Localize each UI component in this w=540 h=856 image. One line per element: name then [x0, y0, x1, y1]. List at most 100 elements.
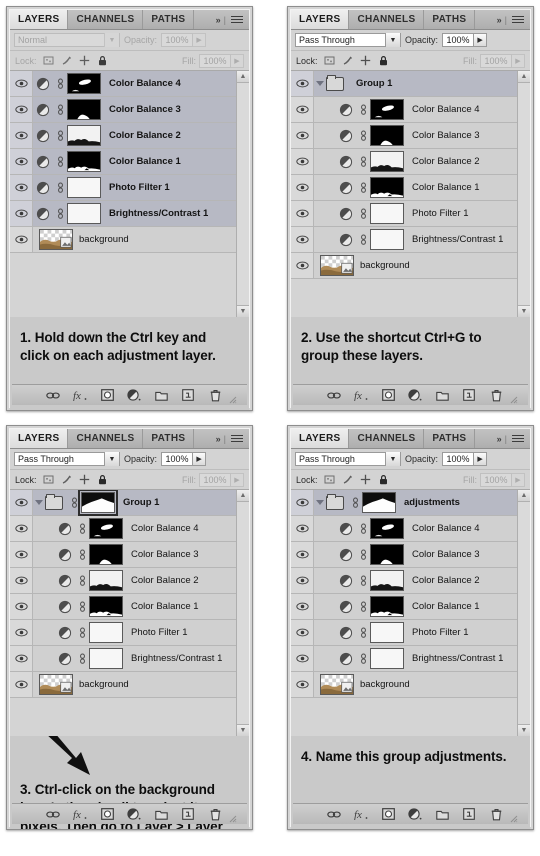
link-mask-icon[interactable]	[75, 601, 89, 613]
adjustment-icon[interactable]	[336, 103, 356, 117]
link-mask-icon[interactable]	[53, 78, 67, 90]
link-mask-icon[interactable]	[53, 104, 67, 116]
fill-input[interactable]: 100%	[199, 53, 231, 68]
blend-mode-select[interactable]: Pass Through ▼	[295, 33, 401, 47]
opacity-input[interactable]: 100%	[442, 452, 475, 466]
lock-all-icon[interactable]	[97, 55, 108, 66]
scroll-down-icon[interactable]: ▼	[237, 724, 249, 736]
layer-row[interactable]: Photo Filter 1	[291, 620, 530, 646]
blend-mode-select[interactable]: Normal ▼	[14, 33, 120, 47]
layer-mask-thumbnail[interactable]	[89, 622, 123, 643]
link-mask-icon[interactable]	[75, 549, 89, 561]
visibility-toggle[interactable]	[291, 516, 314, 541]
visibility-toggle[interactable]	[291, 594, 314, 619]
layer-mask-thumbnail[interactable]	[67, 151, 101, 172]
adjustment-icon[interactable]	[336, 129, 356, 143]
new-adjustment-layer-icon[interactable]	[408, 807, 422, 821]
layer-mask-thumbnail[interactable]	[370, 125, 404, 146]
lock-transparent-pixels-icon[interactable]	[324, 55, 335, 66]
tab-paths[interactable]: PATHS	[424, 10, 476, 29]
scroll-track[interactable]	[518, 83, 530, 305]
add-layer-mask-icon[interactable]	[381, 388, 395, 402]
layer-row[interactable]: background	[291, 672, 530, 698]
adjustment-icon[interactable]	[336, 181, 356, 195]
layer-row[interactable]: Brightness/Contrast 1	[10, 201, 249, 227]
link-layers-icon[interactable]	[327, 807, 341, 821]
group-name[interactable]: adjustments	[404, 497, 460, 508]
visibility-toggle[interactable]	[291, 201, 314, 226]
scroll-up-icon[interactable]: ▲	[518, 490, 530, 502]
tab-channels[interactable]: CHANNELS	[68, 10, 144, 29]
layer-mask-thumbnail[interactable]	[67, 99, 101, 120]
visibility-toggle[interactable]	[291, 568, 314, 593]
panel-menu-icon[interactable]	[512, 433, 524, 444]
visibility-toggle[interactable]	[291, 227, 314, 252]
layer-mask-thumbnail[interactable]	[370, 151, 404, 172]
layer-mask-thumbnail[interactable]	[370, 229, 404, 250]
collapse-icon[interactable]: »	[216, 15, 221, 25]
fill-stepper-icon[interactable]: ▶	[231, 472, 244, 487]
layer-style-fx-icon[interactable]: fx	[354, 388, 368, 402]
link-layers-icon[interactable]	[46, 807, 60, 821]
link-mask-icon[interactable]	[356, 549, 370, 561]
scroll-track[interactable]	[237, 502, 249, 724]
layer-list-1[interactable]: Color Balance 4 Color Balance 3 Color Ba…	[10, 71, 249, 317]
link-mask-icon[interactable]	[356, 575, 370, 587]
layer-row[interactable]: Photo Filter 1	[10, 620, 249, 646]
layer-mask-thumbnail[interactable]	[89, 570, 123, 591]
adjustment-icon[interactable]	[336, 155, 356, 169]
new-group-icon[interactable]	[435, 388, 449, 402]
layer-mask-thumbnail[interactable]	[370, 99, 404, 120]
layer-row[interactable]: Color Balance 2	[10, 123, 249, 149]
tab-layers[interactable]: LAYERS	[10, 10, 69, 29]
link-mask-icon[interactable]	[75, 627, 89, 639]
link-layers-icon[interactable]	[327, 388, 341, 402]
link-mask-icon[interactable]	[356, 523, 370, 535]
link-mask-icon[interactable]	[356, 653, 370, 665]
lock-all-icon[interactable]	[97, 474, 108, 485]
scroll-up-icon[interactable]: ▲	[237, 490, 249, 502]
new-layer-icon[interactable]	[181, 807, 195, 821]
blend-mode-select[interactable]: Pass Through ▼	[295, 452, 401, 466]
layer-row[interactable]: Color Balance 4	[10, 71, 249, 97]
tab-channels[interactable]: CHANNELS	[349, 429, 425, 448]
layer-row[interactable]: Color Balance 4	[10, 516, 249, 542]
lock-transparent-pixels-icon[interactable]	[324, 474, 335, 485]
layers-scrollbar[interactable]: ▲ ▼	[236, 71, 249, 317]
layer-row[interactable]: Brightness/Contrast 1	[291, 227, 530, 253]
visibility-toggle[interactable]	[291, 97, 314, 122]
layer-row[interactable]: Color Balance 1	[291, 594, 530, 620]
add-layer-mask-icon[interactable]	[381, 807, 395, 821]
scroll-down-icon[interactable]: ▼	[518, 724, 530, 736]
tab-paths[interactable]: PATHS	[143, 429, 195, 448]
layer-list-3[interactable]: Group 1 Color Balance 4 Color Balance 3 …	[10, 490, 249, 736]
visibility-toggle[interactable]	[291, 71, 314, 96]
layer-row[interactable]: background	[10, 672, 249, 698]
visibility-toggle[interactable]	[10, 201, 33, 226]
adjustment-icon[interactable]	[336, 626, 356, 640]
visibility-toggle[interactable]	[10, 516, 33, 541]
scroll-track[interactable]	[518, 502, 530, 724]
link-mask-icon[interactable]	[356, 208, 370, 220]
visibility-toggle[interactable]	[10, 71, 33, 96]
link-mask-icon[interactable]	[348, 497, 362, 509]
layer-row[interactable]: Color Balance 3	[10, 97, 249, 123]
layer-style-fx-icon[interactable]: fx	[73, 807, 87, 821]
adjustment-icon[interactable]	[55, 652, 75, 666]
fill-input[interactable]: 100%	[199, 472, 231, 487]
add-layer-mask-icon[interactable]	[100, 807, 114, 821]
link-mask-icon[interactable]	[53, 156, 67, 168]
layer-mask-thumbnail[interactable]	[370, 203, 404, 224]
delete-layer-icon[interactable]	[208, 388, 222, 402]
layer-row[interactable]: Color Balance 3	[291, 123, 530, 149]
lock-position-icon[interactable]	[79, 55, 90, 66]
panel-menu-icon[interactable]	[231, 14, 243, 25]
lock-image-pixels-icon[interactable]	[61, 55, 72, 66]
resize-grip-icon[interactable]	[229, 810, 237, 823]
visibility-toggle[interactable]	[10, 490, 33, 515]
lock-image-pixels-icon[interactable]	[61, 474, 72, 485]
tab-paths[interactable]: PATHS	[424, 429, 476, 448]
layers-scrollbar[interactable]: ▲ ▼	[236, 490, 249, 736]
group-expand-toggle[interactable]	[33, 500, 45, 505]
adjustment-icon[interactable]	[55, 626, 75, 640]
